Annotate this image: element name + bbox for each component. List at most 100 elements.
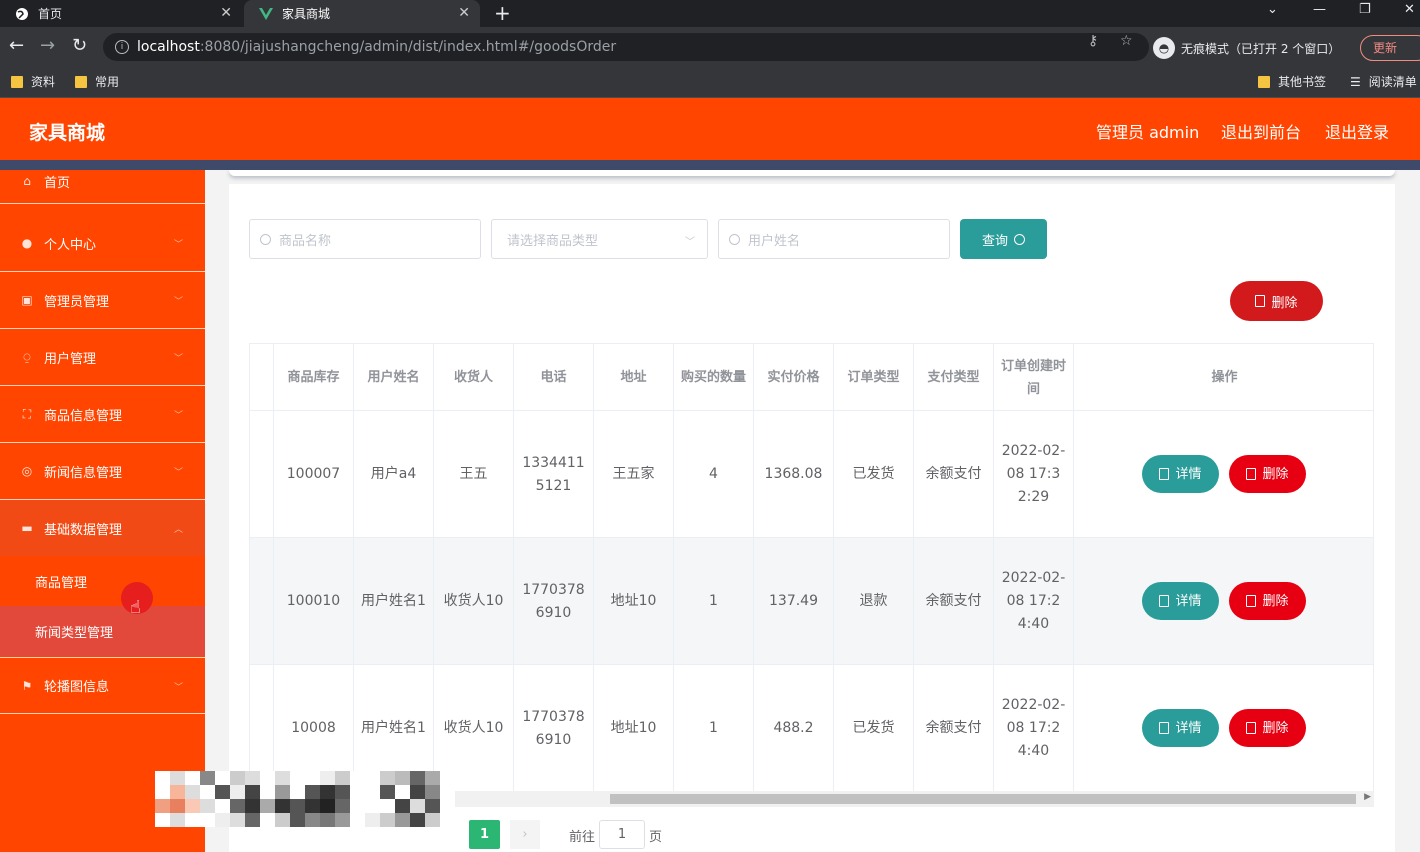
- maximize-icon[interactable]: ❐: [1359, 2, 1371, 17]
- chevron-down-icon: ﹀: [173, 683, 183, 693]
- browser-tab-bar: 首页 ✕ 家具商城 ✕ + ⌄ — ❐ ✕: [0, 0, 1420, 27]
- page-number-current[interactable]: 1: [469, 820, 500, 849]
- browser-tab-store[interactable]: 家具商城 ✕: [244, 0, 480, 27]
- back-icon[interactable]: ←: [9, 36, 24, 56]
- browser-toolbar: ← → ↻ i localhost:8080/jiajushangcheng/a…: [0, 27, 1420, 67]
- admin-link[interactable]: 管理员 admin: [1096, 119, 1199, 143]
- flag-icon: ⚑: [21, 678, 33, 693]
- sidebar-item-basedata[interactable]: ▬ 基础数据管理 ︿: [0, 500, 205, 557]
- detail-button[interactable]: 详情: [1142, 582, 1219, 620]
- actions-cell: 详情 删除: [1074, 411, 1373, 538]
- redacted-mosaic: [155, 771, 455, 827]
- document-icon: [1159, 722, 1170, 734]
- receiver-cell: 收货人10: [434, 538, 514, 665]
- sidebar-item-goods[interactable]: ⛶ 商品信息管理 ﹀: [0, 386, 205, 443]
- minimize-icon[interactable]: —: [1313, 2, 1326, 17]
- sidebar-item-users[interactable]: ⍜ 用户管理 ﹀: [0, 329, 205, 386]
- search-icon: [729, 233, 740, 245]
- document-icon: [1159, 595, 1170, 607]
- sidebar-item-admins[interactable]: ▣ 管理员管理 ﹀: [0, 272, 205, 329]
- address-cell: 地址10: [594, 538, 674, 665]
- chevron-down-icon: ﹀: [685, 237, 695, 248]
- user-name-input[interactable]: 用户姓名: [718, 219, 950, 259]
- bookmark-folder[interactable]: 常用: [75, 73, 119, 90]
- detail-label: 详情: [1175, 466, 1202, 482]
- table-row: 100010 用户姓名1 收货人10 17703786910 地址10 1 13…: [250, 538, 1373, 665]
- trash-icon: [1246, 722, 1257, 734]
- close-tab-icon[interactable]: ✕: [458, 5, 470, 21]
- bookmark-label: 其他书签: [1278, 75, 1327, 89]
- header-divider: [0, 160, 1420, 170]
- column-header: 订单创建时间: [994, 344, 1074, 411]
- forward-icon[interactable]: →: [40, 36, 55, 56]
- incognito-indicator[interactable]: ◓ 无痕模式（已打开 2 个窗口）: [1153, 36, 1340, 60]
- query-button[interactable]: 查询: [960, 219, 1047, 259]
- row-select-cell[interactable]: [250, 411, 274, 538]
- column-header: 操作: [1211, 370, 1238, 385]
- delete-button[interactable]: 删除: [1229, 582, 1306, 620]
- key-icon[interactable]: ⚷: [1088, 33, 1098, 49]
- new-tab-icon[interactable]: +: [494, 3, 511, 23]
- detail-button[interactable]: 详情: [1142, 455, 1219, 493]
- star-icon[interactable]: ☆: [1120, 33, 1133, 49]
- sidebar-item-home[interactable]: ⌂ 首页: [0, 159, 205, 204]
- bookmark-folder[interactable]: 资料: [11, 73, 55, 90]
- detail-button[interactable]: 详情: [1142, 709, 1219, 747]
- created-time-cell: 2022-02-08 17:24:40: [994, 665, 1074, 792]
- address-cell: 地址10: [594, 665, 674, 792]
- front-page-link[interactable]: 退出到前台: [1221, 119, 1301, 143]
- column-header: 电话: [514, 344, 594, 411]
- sidebar-item-label: 基础数据管理: [44, 522, 123, 538]
- bulk-delete-label: 删除: [1271, 295, 1298, 311]
- bookmark-folder[interactable]: 其他书签: [1258, 73, 1326, 90]
- payment-type-cell: 余额支付: [914, 665, 994, 792]
- delete-button[interactable]: 删除: [1229, 709, 1306, 747]
- tab-title: 首页: [38, 7, 63, 21]
- delete-button[interactable]: 删除: [1229, 455, 1306, 493]
- goods-type-select[interactable]: 请选择商品类型 ﹀: [491, 219, 708, 259]
- logout-link[interactable]: 退出登录: [1325, 119, 1389, 143]
- breadcrumb-card: [229, 170, 1395, 176]
- scroll-right-icon[interactable]: ▶: [1364, 792, 1371, 802]
- scrollbar-thumb[interactable]: [610, 794, 1356, 804]
- update-button[interactable]: 更新: [1360, 35, 1420, 61]
- sidebar-item-personal[interactable]: ● 个人中心 ﹀: [0, 215, 205, 272]
- next-page-button[interactable]: ›: [510, 820, 540, 849]
- reading-list[interactable]: ☰ 阅读清单: [1350, 73, 1417, 90]
- address-bar[interactable]: i localhost:8080/jiajushangcheng/admin/d…: [103, 33, 1149, 61]
- target-icon: ◎: [21, 464, 33, 478]
- close-window-icon[interactable]: ✕: [1404, 2, 1415, 17]
- briefcase-icon: ▣: [21, 293, 33, 307]
- sidebar-item-label: 新闻信息管理: [44, 465, 123, 481]
- chevron-down-icon: ﹀: [173, 240, 183, 250]
- hand-cursor-icon: ☝: [130, 597, 141, 618]
- submenu-news-type[interactable]: 新闻类型管理: [0, 606, 205, 656]
- column-header: 用户姓名: [354, 344, 434, 411]
- row-select-cell[interactable]: [250, 538, 274, 665]
- stock-cell: 100007: [274, 411, 354, 538]
- sidebar-item-carousel[interactable]: ⚑ 轮播图信息 ﹀: [0, 657, 205, 714]
- folder-icon: ▬: [21, 521, 33, 535]
- sidebar-item-news[interactable]: ◎ 新闻信息管理 ﹀: [0, 443, 205, 500]
- goto-page-input[interactable]: 1: [599, 820, 645, 849]
- info-icon[interactable]: i: [115, 40, 129, 54]
- goods-type-placeholder: 请选择商品类型: [507, 233, 599, 249]
- quantity-cell: 4: [674, 411, 754, 538]
- goods-name-input[interactable]: 商品名称: [249, 219, 481, 259]
- chevron-down-icon: ﹀: [173, 411, 183, 421]
- price-cell: 1368.08: [754, 411, 834, 538]
- bulk-delete-button[interactable]: 删除: [1230, 281, 1323, 321]
- tab-title: 家具商城: [282, 7, 331, 21]
- document-icon: [1159, 468, 1170, 480]
- bookmark-label: 阅读清单: [1368, 75, 1417, 89]
- incognito-label: 无痕模式（已打开 2 个窗口）: [1181, 41, 1341, 56]
- close-tab-icon[interactable]: ✕: [220, 5, 232, 21]
- table-row: 100007 用户a4 王五 13344115121 王五家 4 1368.08…: [250, 411, 1373, 538]
- browser-tab-home[interactable]: 首页 ✕: [0, 0, 242, 27]
- reload-icon[interactable]: ↻: [72, 36, 87, 56]
- tab-search-icon[interactable]: ⌄: [1267, 2, 1278, 17]
- bookmarks-bar: 资料 常用 其他书签 ☰ 阅读清单: [0, 67, 1420, 98]
- address-cell: 王五家: [594, 411, 674, 538]
- submenu-goods[interactable]: 商品管理: [0, 556, 205, 606]
- chevron-down-icon: ﹀: [173, 297, 183, 307]
